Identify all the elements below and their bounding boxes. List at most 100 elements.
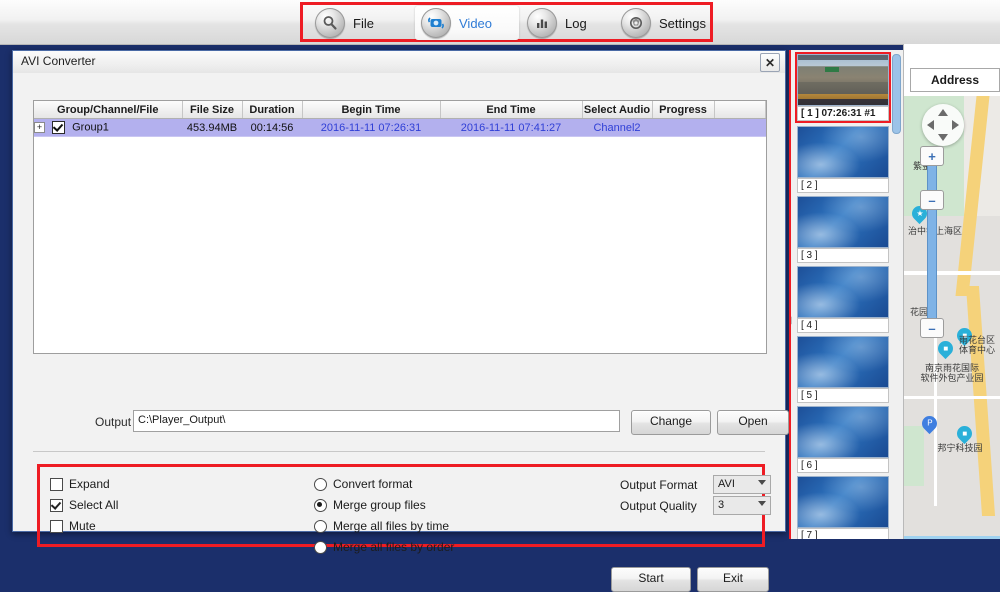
list-item[interactable]: [ 1 ] 07:26:31 #1	[795, 52, 891, 123]
pan-down-icon[interactable]	[938, 134, 948, 141]
checkbox-mute[interactable]: Mute	[50, 519, 96, 533]
col-header-begin[interactable]: Begin Time	[302, 101, 441, 119]
pan-left-icon[interactable]	[927, 120, 934, 130]
magnifier-disc-icon	[315, 8, 345, 38]
top-toolbar: File Video Log Settings	[0, 0, 1000, 45]
zoom-out-button[interactable]: –	[920, 318, 944, 338]
thumbnail-panel[interactable]: ◀ [ 1 ] 07:26:31 #1 [ 2 ] [ 3 ] [ 4 ] [ …	[789, 50, 903, 539]
output-format-value: AVI	[718, 478, 735, 490]
thumbnail-caption: [ 3 ]	[797, 248, 889, 263]
list-item[interactable]: [ 6 ]	[797, 406, 889, 473]
main-tab-group: File Video Log Settings	[300, 2, 713, 42]
close-icon[interactable]: ✕	[760, 53, 780, 72]
output-format-select[interactable]: AVI	[713, 475, 771, 494]
cell-begin-time: 2016-11-11 07:26:31	[302, 118, 440, 137]
address-bar[interactable]: Address	[910, 68, 1000, 92]
cell-end-time: 2016-11-11 07:41:27	[440, 118, 582, 137]
avi-converter-dialog: AVI Converter ✕ Group/Channel/File File …	[12, 50, 789, 592]
list-item[interactable]: [ 5 ]	[797, 336, 889, 403]
tab-log[interactable]: Log	[521, 6, 613, 40]
map-zoom-slider[interactable]	[927, 154, 937, 328]
tab-video[interactable]: Video	[415, 6, 519, 40]
cell-select-audio[interactable]: Channel2	[582, 118, 652, 137]
radio-convert-format-label: Convert format	[333, 477, 413, 491]
radio-merge-group-files[interactable]: Merge group files	[314, 498, 426, 512]
radio-merge-by-time[interactable]: Merge all files by time	[314, 519, 449, 533]
output-quality-select[interactable]: 3	[713, 496, 771, 515]
thumbnail-scrollbar[interactable]	[892, 54, 901, 134]
thumbnail-caption: [ 6 ]	[797, 458, 889, 473]
options-panel: Expand Select All Mute Convert format Me…	[37, 464, 771, 554]
shutter-disc-icon	[621, 8, 651, 38]
thumbnail-image	[797, 54, 889, 106]
pan-right-icon[interactable]	[952, 120, 959, 130]
file-list[interactable]: Group/Channel/File File Size Duration Be…	[33, 100, 767, 354]
section-divider	[33, 451, 765, 452]
cell-file-size: 453.94MB	[182, 118, 242, 137]
checkbox-expand[interactable]: Expand	[50, 477, 110, 491]
table-header-row: Group/Channel/File File Size Duration Be…	[34, 101, 766, 119]
col-header-progress[interactable]: Progress	[652, 101, 715, 119]
col-header-name[interactable]: Group/Channel/File	[34, 101, 183, 119]
map-view[interactable]: ★ ■ ■ P ■ ■ 紫金 治中学上海区 花园 雨花台区 体育中心 南京雨花国…	[904, 96, 1000, 539]
thumbnail-image	[797, 126, 889, 178]
thumbnail-image	[797, 476, 889, 528]
tab-log-label: Log	[565, 15, 587, 31]
list-item[interactable]: [ 4 ]	[797, 266, 889, 333]
chevron-down-icon	[758, 501, 766, 506]
checkbox-select-all-label: Select All	[69, 498, 119, 512]
thumbnail-image	[797, 196, 889, 248]
radio-merge-by-order[interactable]: Merge all files by order	[314, 540, 454, 554]
tab-file[interactable]: File	[309, 6, 413, 40]
merge-by-time-radio-icon	[314, 519, 327, 533]
open-button[interactable]: Open	[717, 410, 789, 435]
col-header-pad	[714, 101, 766, 119]
panel-collapse-icon[interactable]: ◀	[791, 314, 792, 328]
row-checkbox[interactable]	[52, 121, 66, 134]
merge-group-files-radio-icon	[314, 498, 327, 512]
file-table: Group/Channel/File File Size Duration Be…	[34, 101, 766, 137]
checkbox-select-all[interactable]: Select All	[50, 498, 118, 512]
select-all-checkbox-icon	[50, 498, 63, 512]
dialog-title: AVI Converter	[21, 54, 96, 68]
tab-settings-label: Settings	[659, 15, 706, 31]
convert-format-radio-icon	[314, 477, 327, 491]
camera-disc-icon	[421, 8, 451, 38]
col-header-size[interactable]: File Size	[182, 101, 243, 119]
zoom-level-handle[interactable]: –	[920, 190, 944, 210]
zoom-in-button[interactable]: +	[920, 146, 944, 166]
expand-icon[interactable]: +	[34, 122, 45, 133]
merge-by-order-radio-icon	[314, 540, 327, 554]
output-format-label: Output Format	[620, 478, 698, 492]
output-path-input[interactable]: C:\Player_Output\	[133, 410, 620, 432]
map-pan-control[interactable]	[922, 104, 964, 146]
tab-settings[interactable]: Settings	[615, 6, 711, 40]
table-row[interactable]: + Group1 453.94MB 00:14:56 2016-11-11 07…	[34, 118, 766, 137]
col-header-duration[interactable]: Duration	[242, 101, 303, 119]
list-item[interactable]: [ 7 ]	[797, 476, 889, 539]
start-button[interactable]: Start	[611, 567, 691, 592]
map-label: 邦宁科技园	[937, 444, 983, 454]
cell-group-name[interactable]: + Group1	[34, 118, 182, 137]
thumbnail-caption: [ 5 ]	[797, 388, 889, 403]
list-item[interactable]: [ 3 ]	[797, 196, 889, 263]
tab-video-label: Video	[459, 15, 493, 31]
exit-button[interactable]: Exit	[697, 567, 769, 592]
list-item[interactable]: [ 2 ]	[797, 126, 889, 193]
col-header-end[interactable]: End Time	[440, 101, 583, 119]
thumbnail-image	[797, 266, 889, 318]
col-header-audio[interactable]: Select Audio	[582, 101, 653, 119]
thumbnail-image	[797, 406, 889, 458]
checkbox-mute-label: Mute	[69, 519, 96, 533]
output-row: Output C:\Player_Output\ Change Open	[33, 410, 789, 435]
expand-checkbox-icon	[50, 477, 63, 491]
change-button[interactable]: Change	[631, 410, 711, 435]
output-label: Output	[95, 415, 132, 429]
radio-convert-format[interactable]: Convert format	[314, 477, 412, 491]
cell-pad	[714, 118, 766, 137]
cell-duration: 00:14:56	[242, 118, 302, 137]
tab-file-label: File	[353, 15, 374, 31]
thumbnail-caption: [ 4 ]	[797, 318, 889, 333]
chevron-down-icon	[758, 480, 766, 485]
pan-up-icon[interactable]	[938, 109, 948, 116]
